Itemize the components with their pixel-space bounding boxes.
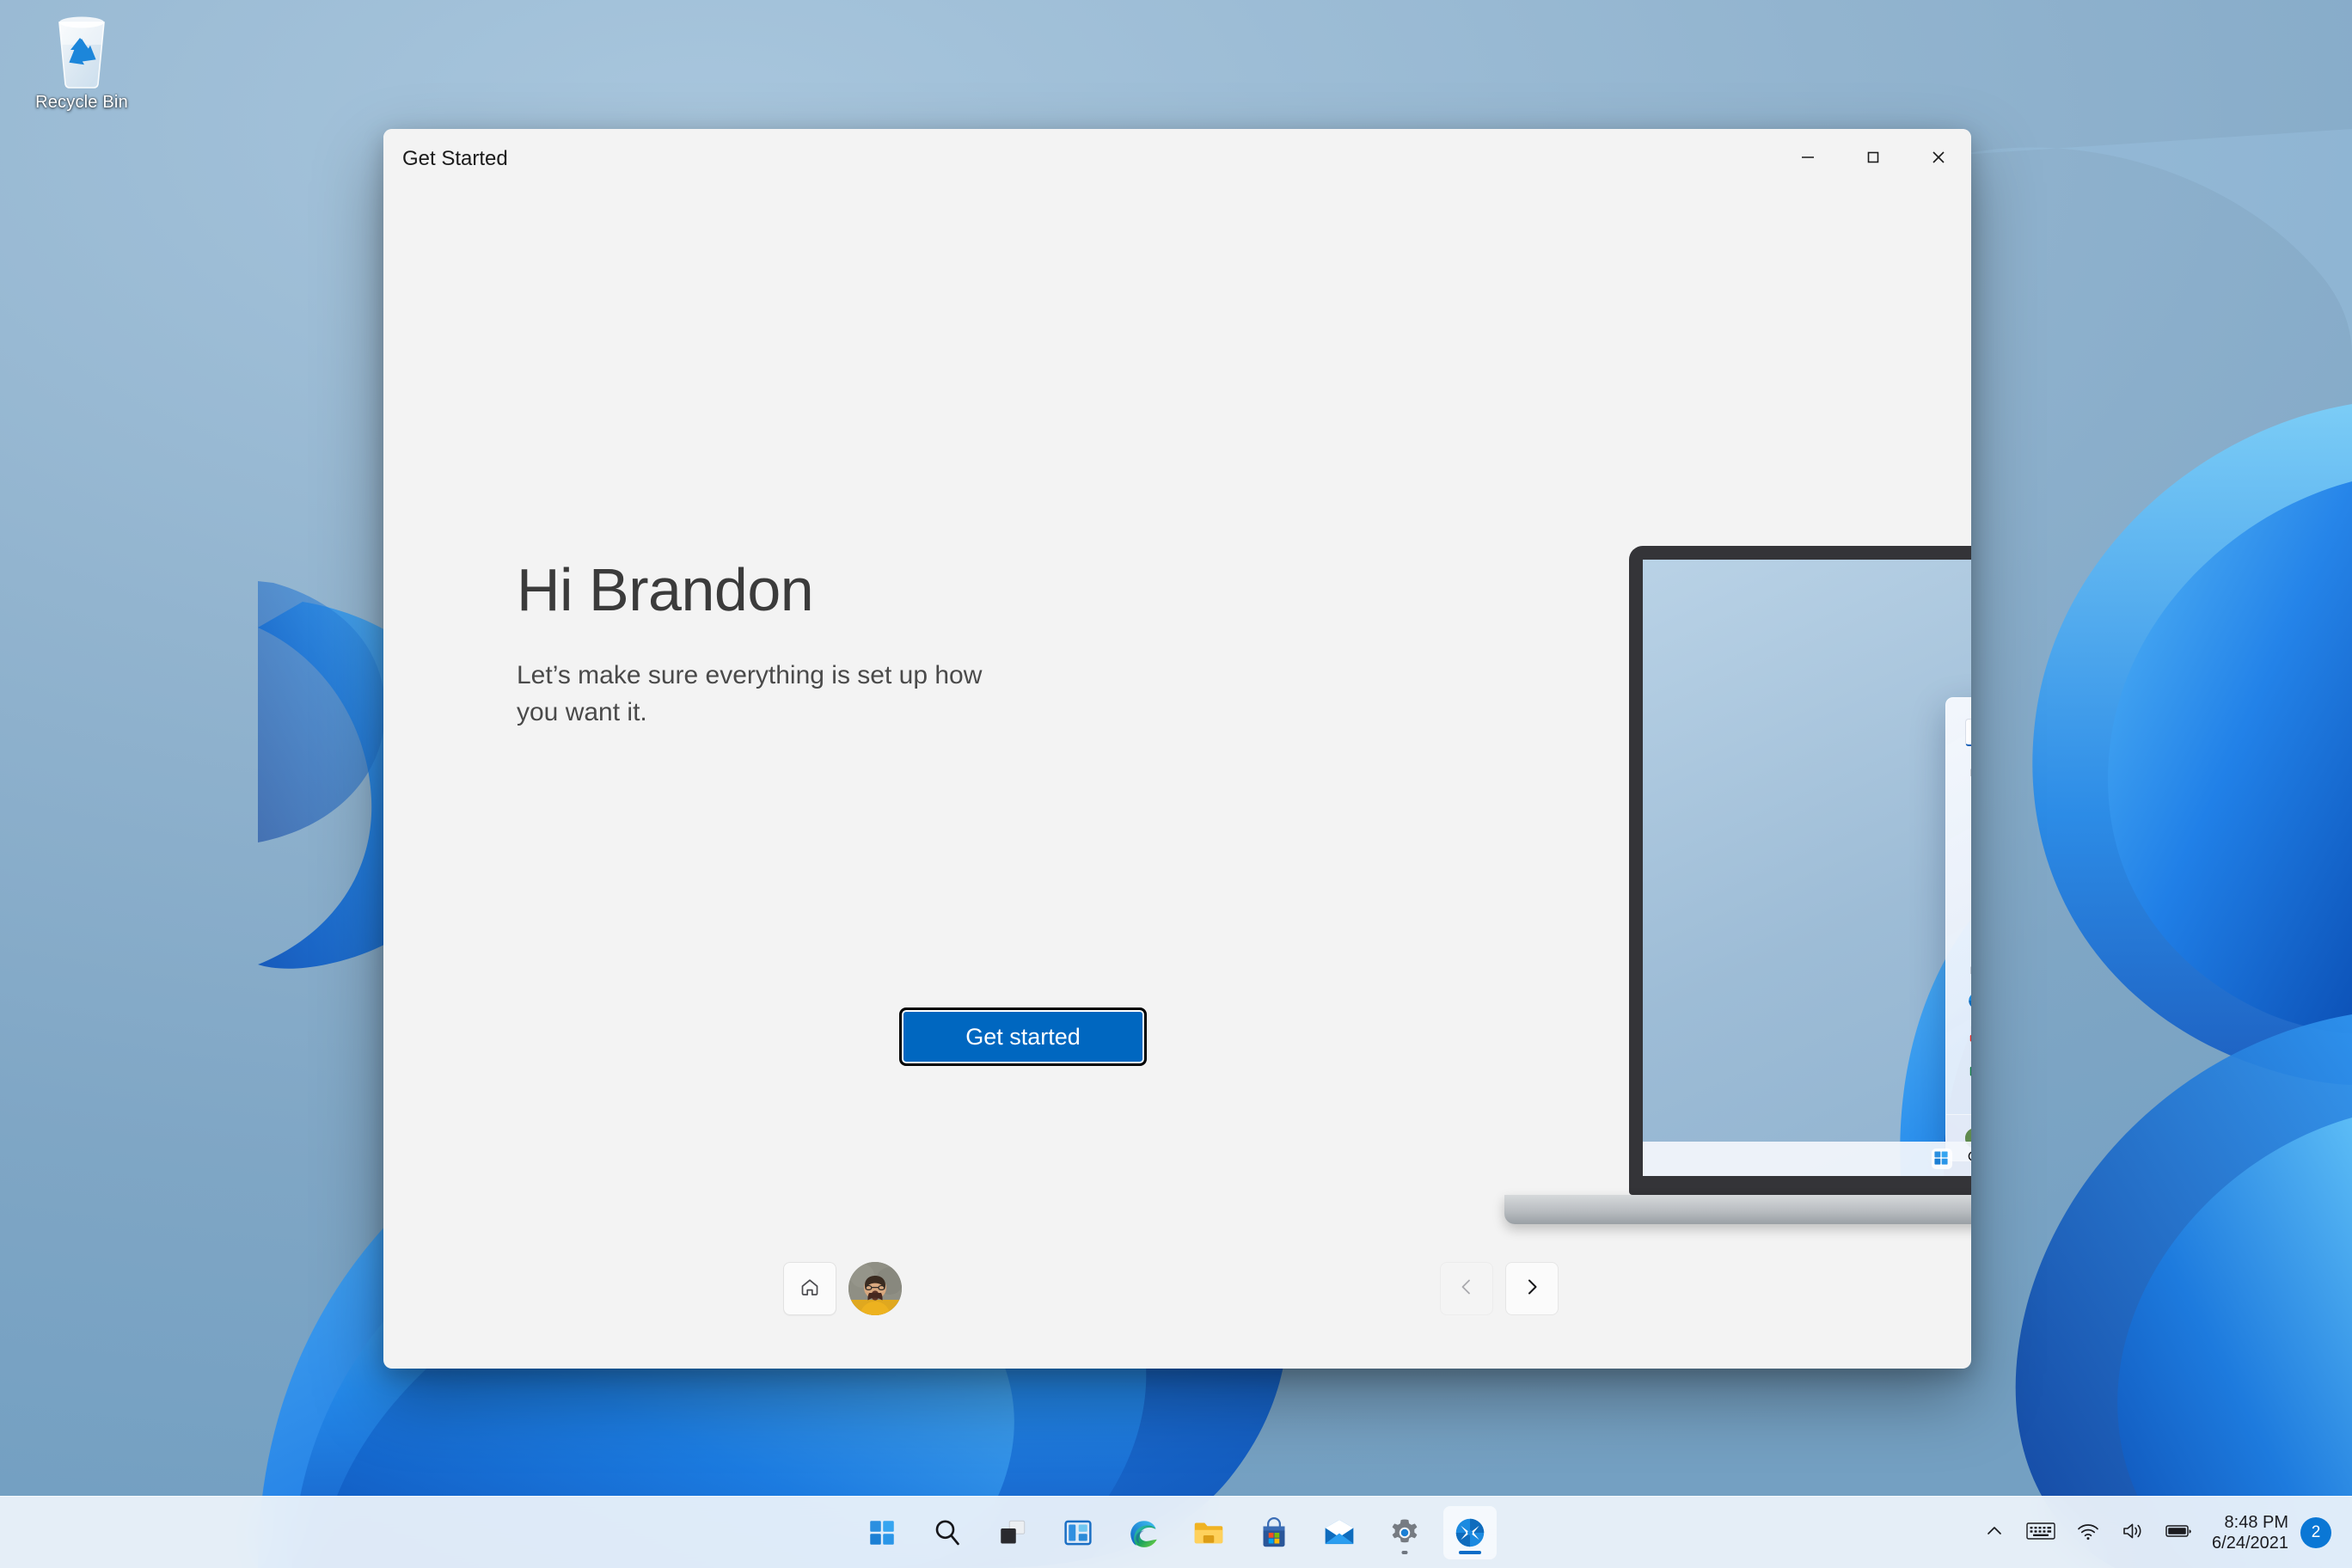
get-started-icon	[1453, 1516, 1487, 1550]
laptop-lid: Type here to search Pinned All apps Edge…	[1629, 546, 1971, 1195]
taskbar-apps[interactable]	[855, 1497, 1497, 1568]
minimize-button[interactable]	[1775, 129, 1841, 189]
pinned-app-settings[interactable]: Settings	[1967, 885, 1971, 922]
page-title: Hi Brandon	[517, 556, 814, 623]
taskbar-running-indicator	[1401, 1551, 1408, 1554]
wifi-button[interactable]	[2066, 1506, 2110, 1559]
volume-button[interactable]	[2110, 1506, 2155, 1559]
recycle-bin-icon	[45, 10, 119, 89]
taskbar-button-microsoft-edge[interactable]	[1117, 1506, 1170, 1559]
maximize-button[interactable]	[1841, 129, 1906, 189]
taskbar-button-task-view[interactable]	[986, 1506, 1039, 1559]
battery-button[interactable]	[2155, 1506, 2203, 1559]
edge-icon	[1126, 1516, 1161, 1550]
laptop-taskbar[interactable]	[1643, 1142, 1971, 1176]
taskbar-button-microsoft-store[interactable]	[1247, 1506, 1301, 1559]
minimize-icon	[1798, 148, 1817, 171]
window-title: Get Started	[402, 147, 508, 170]
page-subtitle: Let’s make sure everything is set up how…	[517, 660, 983, 727]
pinned-app-edge[interactable]: Edge	[1967, 793, 1971, 830]
search-icon	[930, 1516, 965, 1550]
window-caption-buttons[interactable]	[1775, 129, 1971, 189]
battery-icon	[2165, 1522, 2193, 1545]
window-footer-right[interactable]	[1440, 1262, 1559, 1315]
laptop-wallpaper	[1643, 560, 1971, 1176]
get-started-button[interactable]: Get started	[899, 1008, 1147, 1066]
settings-icon	[1387, 1516, 1422, 1550]
close-button[interactable]	[1906, 129, 1971, 189]
clock[interactable]: 8:48 PM 6/24/2021	[2203, 1512, 2300, 1553]
get-started-icon	[1967, 990, 1971, 1013]
pinned-heading: Pinned	[1970, 767, 1971, 779]
close-icon	[1929, 148, 1948, 171]
file-explorer-icon	[1191, 1516, 1226, 1550]
laptop-illustration: Type here to search Pinned All apps Edge…	[1504, 546, 1971, 1242]
window-titlebar[interactable]: Get Started	[383, 129, 1971, 189]
start-icon[interactable]	[1931, 1148, 1952, 1169]
desktop-icon-recycle-bin[interactable]: Recycle Bin	[17, 10, 146, 139]
recommended-item[interactable]: Get Started Welcome to Windows	[1967, 990, 1971, 1013]
get-started-window[interactable]: Get Started Hi Brandon Let’s make sure e…	[383, 129, 1971, 1369]
start-icon	[865, 1516, 899, 1550]
recommended-item[interactable]: PDF Brand Guidelines 2h ago	[1967, 1025, 1971, 1047]
widgets-icon	[1061, 1516, 1095, 1550]
keyboard-icon	[2026, 1520, 2055, 1547]
task-view-icon	[995, 1516, 1030, 1550]
volume-icon	[2121, 1521, 2145, 1546]
tray-date: 6/24/2021	[2212, 1534, 2288, 1553]
tray-time: 8:48 PM	[2224, 1513, 2288, 1532]
chevron-left-icon	[1456, 1277, 1477, 1302]
store-icon	[1257, 1516, 1291, 1550]
hero-section: Hi Brandon Let’s make sure everything is…	[383, 189, 1971, 1369]
tray-overflow-button[interactable]	[1973, 1506, 2016, 1559]
recommended-list[interactable]: Get Started Welcome to Windows W Travel …	[1967, 990, 1971, 1081]
taskbar-button-search[interactable]	[921, 1506, 974, 1559]
mail-icon	[1322, 1516, 1357, 1550]
taskbar-button-file-explorer[interactable]	[1182, 1506, 1235, 1559]
recommended-item[interactable]: X Quarterly Payroll Report Yesterday at …	[1967, 1059, 1971, 1081]
next-button[interactable]	[1505, 1262, 1559, 1315]
maximize-icon	[1864, 148, 1883, 171]
laptop-screen: Type here to search Pinned All apps Edge…	[1643, 560, 1971, 1176]
chevron-right-icon	[1522, 1277, 1542, 1302]
search-icon[interactable]	[1965, 1148, 1971, 1169]
notification-badge[interactable]: 2	[2300, 1517, 2331, 1548]
chevron-up-icon	[1983, 1520, 2006, 1547]
recommended-heading: Recommended	[1970, 965, 1971, 977]
hero-text-block: Hi Brandon Let’s make sure everything is…	[517, 556, 1118, 732]
taskbar-button-settings[interactable]	[1378, 1506, 1431, 1559]
taskbar[interactable]: 8:48 PM 6/24/2021 2	[0, 1496, 2352, 1568]
desktop[interactable]: Recycle Bin Get Started Hi Brandon Let’s…	[0, 0, 2352, 1568]
pinned-app-microsoft-store[interactable]: Microsoft Store	[1967, 838, 1971, 875]
window-footer-left[interactable]	[783, 1262, 902, 1315]
taskbar-active-indicator	[1459, 1551, 1481, 1554]
taskbar-button-widgets[interactable]	[1051, 1506, 1105, 1559]
laptop-base	[1504, 1195, 1971, 1224]
pinned-apps-grid[interactable]: EdgeW WordX ExcelP PowerPoint Mail Calen…	[1967, 793, 1971, 922]
back-button[interactable]	[1440, 1262, 1493, 1315]
excel-doc-icon: X	[1967, 1059, 1971, 1081]
home-button[interactable]	[783, 1262, 836, 1315]
start-search-input[interactable]: Type here to search	[1965, 719, 1971, 746]
start-menu[interactable]: Type here to search Pinned All apps Edge…	[1945, 697, 1971, 1161]
system-tray[interactable]: 8:48 PM 6/24/2021 2	[1973, 1497, 2337, 1568]
taskbar-button-start[interactable]	[855, 1506, 909, 1559]
avatar[interactable]	[848, 1262, 902, 1315]
taskbar-button-get-started[interactable]	[1443, 1506, 1497, 1559]
wifi-icon	[2076, 1521, 2100, 1546]
touch-keyboard-button[interactable]	[2016, 1506, 2066, 1559]
recycle-bin-label: Recycle Bin	[35, 93, 128, 112]
taskbar-button-mail[interactable]	[1313, 1506, 1366, 1559]
pdf-doc-icon: PDF	[1967, 1025, 1971, 1047]
home-icon	[798, 1275, 822, 1303]
